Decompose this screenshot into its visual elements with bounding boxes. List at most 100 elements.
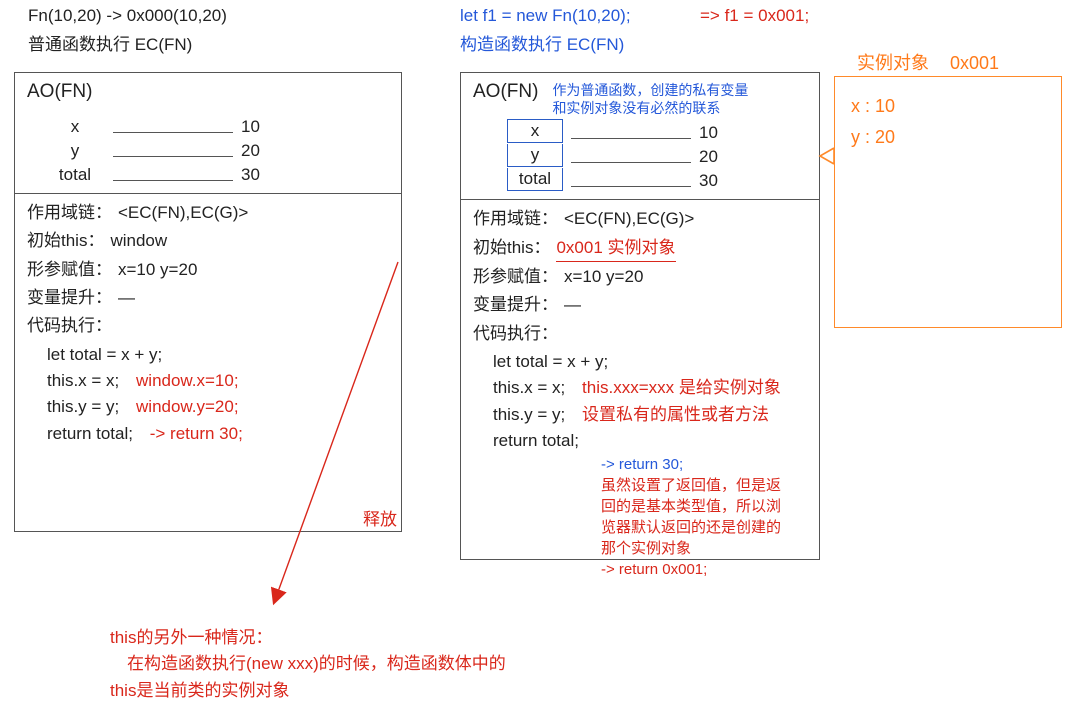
return-note-red-l3: 览器默认返回的还是创建的 (601, 517, 807, 538)
scope-chain-row: 作用域链： <EC(FN),EC(G)> (27, 200, 389, 226)
exec-label: 代码执行： (27, 313, 112, 339)
this-label: 初始this： (473, 235, 550, 262)
return-note-red-l5: -> return 0x001; (601, 559, 807, 580)
var-value: 20 (699, 147, 739, 167)
hoist-value: — (118, 285, 135, 311)
hoist-row: 变量提升： — (27, 285, 389, 311)
var-value: 20 (241, 141, 281, 161)
return-note-red-l2: 回的是基本类型值，所以浏 (601, 496, 807, 517)
return-note-blue: -> return 30; (601, 454, 807, 475)
exec-row: 代码执行： (27, 313, 389, 339)
hoist-label: 变量提升： (473, 292, 558, 318)
code-line: this.y = y; window.y=20; (47, 394, 389, 420)
left-var-table: x 10 y 20 total 30 (45, 113, 389, 185)
var-name: total (507, 168, 563, 191)
var-row: y 20 (507, 143, 807, 167)
var-line (571, 186, 691, 187)
var-name: y (507, 144, 563, 167)
footnote-l3: this是当前类的实例对象 (110, 678, 610, 704)
var-row: x 10 (507, 119, 807, 143)
hoist-row: 变量提升： — (473, 292, 807, 318)
var-value: 10 (241, 117, 281, 137)
right-ao-note: 作为普通函数，创建的私有变量 和实例对象没有必然的联系 (552, 81, 748, 117)
instance-title-a: 实例对象 (857, 53, 929, 73)
right-ao-note-l2: 和实例对象没有必然的联系 (552, 99, 748, 117)
this-row: 初始this： window (27, 228, 389, 254)
code-text: let total = x + y; (493, 352, 608, 371)
exec-label: 代码执行： (473, 321, 558, 347)
code-text: this.x = x; (493, 378, 565, 397)
args-row: 形参赋值： x=10 y=20 (27, 257, 389, 283)
right-header-blue1: let f1 = new Fn(10,20); (460, 6, 631, 26)
code-text: this.y = y; (47, 397, 119, 416)
args-label: 形参赋值： (473, 264, 558, 290)
left-ao-box: AO(FN) x 10 y 20 total 30 作用域链： <EC(FN),… (14, 72, 402, 532)
scope-label: 作用域链： (27, 200, 112, 226)
scope-chain-row: 作用域链： <EC(FN),EC(G)> (473, 206, 807, 232)
instance-title-b: 0x001 (950, 53, 999, 73)
var-line (571, 162, 691, 163)
code-line: let total = x + y; (47, 342, 389, 368)
var-value: 30 (699, 171, 739, 191)
instance-box: x : 10 y : 20 (834, 76, 1062, 328)
var-value: 30 (241, 165, 281, 185)
var-name: y (45, 141, 105, 161)
code-text: return total; (47, 424, 133, 443)
code-text: this.x = x; (47, 371, 119, 390)
this-row: 初始this： 0x001 实例对象 (473, 235, 807, 262)
code-annotation: this.xxx=xxx 是给实例对象 (582, 378, 781, 397)
args-value: x=10 y=20 (564, 264, 643, 290)
footnote-l1: this的另外一种情况： (110, 625, 610, 651)
footnote-l2: 在构造函数执行(new xxx)的时候，构造函数体中的 (110, 651, 610, 677)
this-value: window (110, 228, 167, 254)
code-line: this.x = x; this.xxx=xxx 是给实例对象 (493, 375, 807, 401)
var-name: x (507, 119, 563, 143)
right-ao-title: AO(FN) (473, 81, 538, 109)
code-line: let total = x + y; (493, 349, 807, 375)
code-line: this.y = y; 设置私有的属性或者方法 (493, 402, 807, 428)
code-text: let total = x + y; (47, 345, 162, 364)
separator (461, 199, 819, 200)
var-row: y 20 (45, 137, 389, 161)
var-name: total (45, 165, 105, 185)
code-annotation: -> return 30; (150, 424, 243, 443)
code-text: this.y = y; (493, 405, 565, 424)
left-code-block: let total = x + y; this.x = x; window.x=… (47, 342, 389, 447)
scope-label: 作用域链： (473, 206, 558, 232)
right-var-table: x 10 y 20 total 30 (507, 119, 807, 191)
var-line (113, 156, 233, 157)
return-note: -> return 30; 虽然设置了返回值，但是返 回的是基本类型值，所以浏 … (601, 454, 807, 580)
var-line (571, 138, 691, 139)
scope-value: <EC(FN),EC(G)> (564, 206, 694, 232)
var-line (113, 180, 233, 181)
hoist-value: — (564, 292, 581, 318)
release-label: 释放 (363, 505, 397, 530)
code-line: return total; (493, 428, 807, 454)
footnote: this的另外一种情况： 在构造函数执行(new xxx)的时候，构造函数体中的… (110, 625, 610, 704)
code-annotation: 设置私有的属性或者方法 (582, 405, 769, 424)
instance-title: 实例对象 0x001 (857, 49, 999, 75)
right-ao-box: AO(FN) 作为普通函数，创建的私有变量 和实例对象没有必然的联系 x 10 … (460, 72, 820, 560)
left-ao-title: AO(FN) (27, 81, 389, 109)
this-value: 0x001 实例对象 (556, 235, 675, 262)
code-annotation: window.y=20; (136, 397, 239, 416)
var-row: total 30 (507, 167, 807, 191)
hoist-label: 变量提升： (27, 285, 112, 311)
instance-prop: y : 20 (851, 122, 1045, 153)
code-line: this.x = x; window.x=10; (47, 368, 389, 394)
code-line: return total; -> return 30; (47, 421, 389, 447)
right-code-block: let total = x + y; this.x = x; this.xxx=… (493, 349, 807, 580)
scope-value: <EC(FN),EC(G)> (118, 200, 248, 226)
args-row: 形参赋值： x=10 y=20 (473, 264, 807, 290)
left-header-line1: Fn(10,20) -> 0x000(10,20) (28, 6, 227, 26)
return-note-red-l4: 那个实例对象 (601, 538, 807, 559)
code-text: return total; (493, 431, 579, 450)
exec-row: 代码执行： (473, 321, 807, 347)
args-value: x=10 y=20 (118, 257, 197, 283)
var-line (113, 132, 233, 133)
this-label: 初始this： (27, 228, 104, 254)
var-row: x 10 (45, 113, 389, 137)
var-name: x (45, 117, 105, 137)
right-header-red: => f1 = 0x001; (700, 6, 809, 26)
link-arrow-icon (816, 146, 836, 166)
